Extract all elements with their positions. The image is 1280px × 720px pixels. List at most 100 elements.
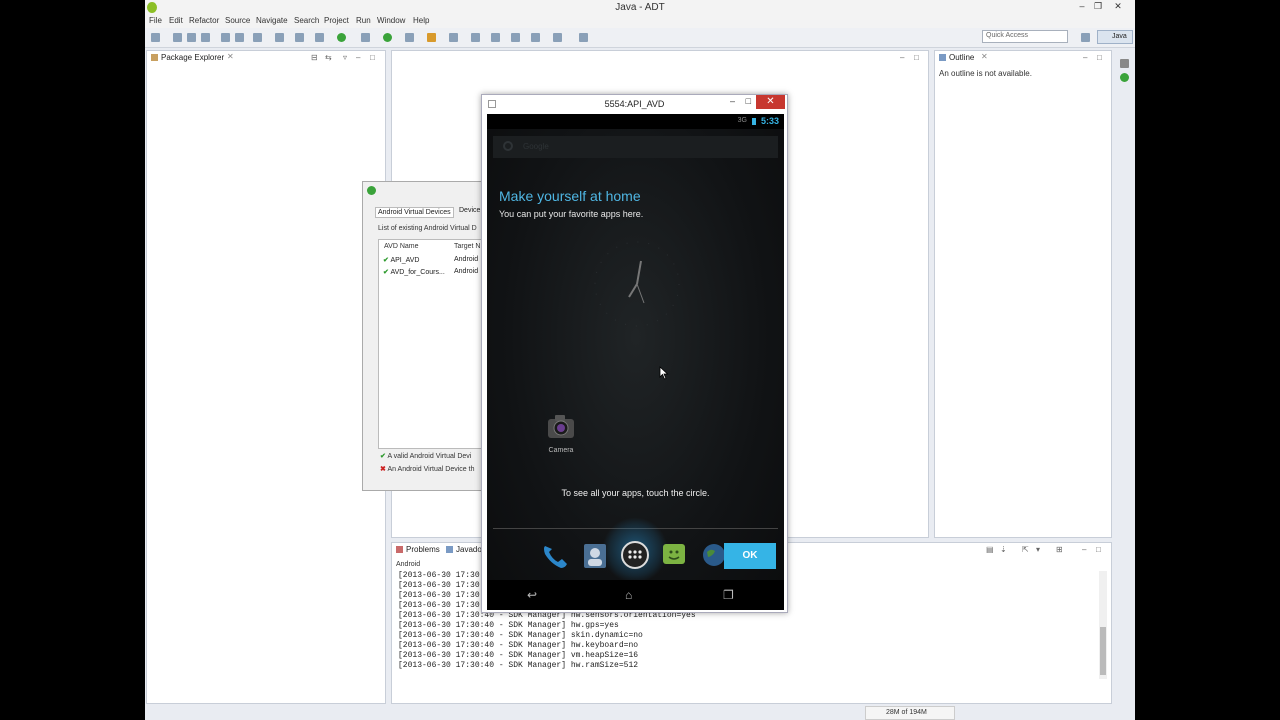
display-console-icon[interactable]: ▾	[1036, 545, 1040, 554]
tab-device[interactable]: Device	[459, 207, 480, 214]
maximize-editor-icon[interactable]: □	[914, 53, 919, 62]
camera-app-icon[interactable]	[547, 414, 575, 440]
pin-editor-icon[interactable]	[579, 33, 588, 42]
new-icon[interactable]	[151, 33, 160, 42]
java-perspective-button[interactable]: Java	[1097, 30, 1133, 44]
search-icon[interactable]	[449, 33, 458, 42]
close-outline-icon[interactable]: ✕	[981, 52, 988, 61]
javadoc-icon	[446, 546, 453, 553]
console-line: [2013-06-30 17:30:	[398, 591, 485, 600]
new-java-project-icon[interactable]	[383, 33, 392, 42]
contacts-icon[interactable]	[582, 542, 608, 570]
analog-clock-widget[interactable]	[592, 239, 682, 329]
maximize-button[interactable]: □	[746, 96, 751, 106]
sdk-manager-icon[interactable]	[221, 33, 230, 42]
console-scrollbar[interactable]	[1099, 571, 1107, 679]
home-icon[interactable]: ⌂	[625, 588, 632, 602]
heap-status[interactable]: 28M of 194M	[865, 706, 955, 720]
package-explorer-view: Package Explorer ✕ ⊟ ⇆ ▿ – □	[146, 50, 386, 704]
minimize-editor-icon[interactable]: –	[900, 53, 904, 62]
ok-button[interactable]: OK	[724, 543, 776, 569]
phone-icon[interactable]	[541, 542, 569, 570]
new-package-icon[interactable]	[405, 33, 414, 42]
all-apps-button[interactable]	[621, 541, 649, 569]
debug-icon[interactable]	[315, 33, 324, 42]
scrollbar-thumb[interactable]	[1100, 627, 1106, 675]
collapse-all-icon[interactable]: ⊟	[311, 53, 318, 62]
view-menu-icon[interactable]: ▿	[343, 53, 347, 62]
menu-help[interactable]: Help	[413, 16, 429, 25]
minimize-button[interactable]: –	[730, 96, 735, 106]
next-annotation-icon[interactable]	[471, 33, 480, 42]
outline-title: Outline	[949, 53, 975, 62]
avd-target: Android	[454, 256, 479, 263]
search-hint: Google	[523, 142, 549, 151]
check-icon: ✔	[383, 257, 389, 264]
back-icon[interactable]	[511, 33, 520, 42]
recent-apps-icon[interactable]: ❐	[723, 588, 734, 602]
android-screen[interactable]: 3G 5:33 Google Make yourself at home You…	[487, 114, 784, 610]
link-editor-icon[interactable]: ⇆	[325, 53, 332, 62]
open-perspective-icon[interactable]	[1081, 33, 1090, 42]
camera-icon	[548, 415, 574, 438]
pin-console-icon[interactable]: ⇱	[1022, 545, 1029, 554]
clear-console-icon[interactable]: ▤	[986, 545, 994, 554]
apps-grid-icon	[628, 550, 642, 559]
outline-tab[interactable]: Outline ✕ – □	[935, 51, 1111, 65]
menu-navigate[interactable]: Navigate	[256, 16, 288, 25]
back-icon[interactable]: ↩	[527, 588, 537, 602]
menu-window[interactable]: Window	[377, 16, 405, 25]
menu-file[interactable]: File	[149, 16, 162, 25]
maximize-outline-icon[interactable]: □	[1097, 53, 1102, 62]
table-row[interactable]: ✔ API_AVD	[383, 256, 420, 264]
print-icon[interactable]	[201, 33, 210, 42]
minimize-outline-icon[interactable]: –	[1083, 53, 1087, 62]
messaging-icon[interactable]	[661, 542, 687, 568]
maximize-view-icon[interactable]: □	[370, 53, 375, 62]
menu-source[interactable]: Source	[225, 16, 250, 25]
menu-edit[interactable]: Edit	[169, 16, 183, 25]
forward-icon[interactable]	[531, 33, 540, 42]
menu-run[interactable]: Run	[356, 16, 371, 25]
table-row[interactable]: ✔ AVD_for_Cours...	[383, 268, 445, 276]
task-icon[interactable]	[253, 33, 262, 42]
menu-project[interactable]: Project	[324, 16, 349, 25]
minimize-console-icon[interactable]: –	[1082, 545, 1086, 554]
tab-avd[interactable]: Android Virtual Devices	[375, 207, 454, 218]
google-search-bar[interactable]: Google	[493, 136, 778, 158]
avd-manager-window: Android Virtual Devices Device List of e…	[362, 181, 496, 491]
restore-button[interactable]: ❐	[1091, 1, 1105, 12]
close-button[interactable]: ✕	[756, 95, 785, 109]
external-tools-icon[interactable]	[361, 33, 370, 42]
menu-search[interactable]: Search	[294, 16, 319, 25]
open-type-icon[interactable]	[427, 33, 436, 42]
package-explorer-tab[interactable]: Package Explorer ✕ ⊟ ⇆ ▿ – □	[147, 51, 385, 65]
maximize-console-icon[interactable]: □	[1096, 545, 1101, 554]
side-bar-icon[interactable]	[1120, 59, 1129, 68]
column-target[interactable]: Target N	[454, 243, 480, 250]
close-tab-icon[interactable]: ✕	[227, 52, 234, 61]
open-console-icon[interactable]: ⊞	[1056, 545, 1063, 554]
previous-annotation-icon[interactable]	[491, 33, 500, 42]
outline-message: An outline is not available.	[939, 69, 1032, 78]
run-icon[interactable]	[337, 33, 346, 42]
console-line: [2013-06-30 17:30:40 - SDK Manager] skin…	[398, 631, 643, 640]
tab-problems[interactable]: Problems	[406, 545, 440, 554]
quick-access-input[interactable]: Quick Access	[982, 30, 1068, 43]
forward-history-icon[interactable]	[553, 33, 562, 42]
avd-target: Android	[454, 268, 479, 275]
android-icon	[367, 186, 376, 195]
minimize-button[interactable]: –	[1075, 1, 1089, 11]
minimize-view-icon[interactable]: –	[356, 53, 360, 62]
pointer-icon[interactable]	[295, 33, 304, 42]
tab-javadoc[interactable]: Javado	[456, 545, 482, 554]
column-avd-name[interactable]: AVD Name	[384, 243, 419, 250]
menu-refactor[interactable]: Refactor	[189, 16, 219, 25]
avd-manager-icon[interactable]	[235, 33, 244, 42]
save-all-icon[interactable]	[187, 33, 196, 42]
lint-icon[interactable]	[275, 33, 284, 42]
save-icon[interactable]	[173, 33, 182, 42]
scroll-lock-icon[interactable]: ⇣	[1000, 545, 1007, 554]
close-button[interactable]: ✕	[1111, 1, 1125, 12]
android-icon[interactable]	[1120, 73, 1129, 82]
